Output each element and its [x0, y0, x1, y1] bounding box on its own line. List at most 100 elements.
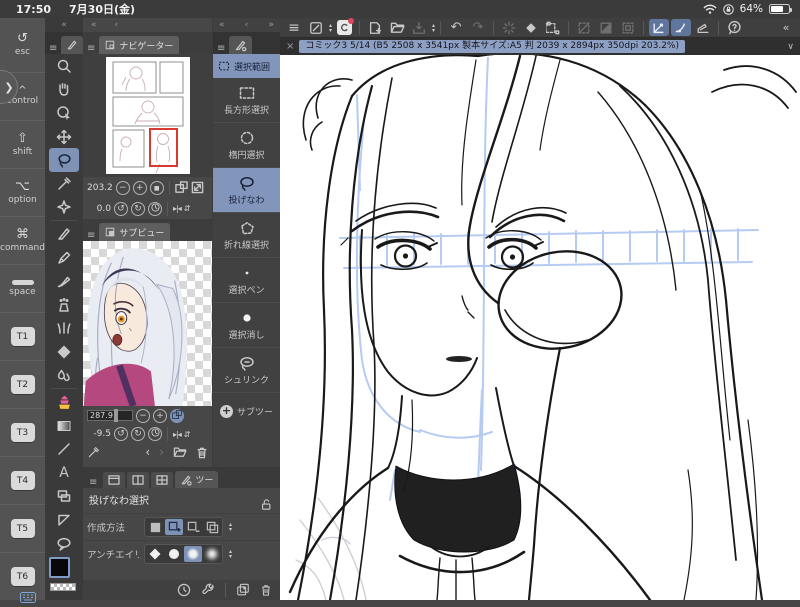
deselect-button[interactable] — [574, 19, 594, 36]
balloon-tool[interactable] — [49, 532, 79, 556]
subview-flip-horizontal-button[interactable]: ▸|◂ — [173, 430, 182, 439]
subtool-erase-selection[interactable]: 選択消し — [213, 303, 280, 348]
blend-tool[interactable] — [49, 364, 79, 388]
redo-button[interactable]: ↷ — [468, 19, 488, 36]
prev-subtool-chevron[interactable]: ‹ — [245, 20, 249, 30]
antialias-middle-button[interactable] — [184, 546, 202, 562]
prev-nav-chevron[interactable]: ‹ — [115, 20, 119, 30]
nav-fullscreen-icon[interactable] — [191, 181, 204, 194]
nav-actual-size-icon[interactable] — [174, 181, 188, 194]
navigator-menu-icon[interactable]: ≡ — [83, 43, 99, 54]
subview-prev-image-button[interactable]: ‹ — [145, 445, 150, 459]
subtool-shrink-selection[interactable]: シュリンク — [213, 348, 280, 393]
nav-flip-vertical-button[interactable]: ⇵ — [184, 204, 191, 213]
antialias-weak-button[interactable] — [165, 546, 183, 562]
toolprop-tab-3[interactable] — [151, 472, 174, 488]
collapse-commandbar-chevron[interactable]: « — [776, 19, 796, 36]
snap-to-special-ruler-button[interactable] — [671, 19, 692, 36]
subview-flip-vertical-button[interactable]: ⇵ — [184, 430, 191, 439]
subview-next-image-button[interactable]: › — [159, 445, 164, 459]
subview-zoom-out-button[interactable]: − — [136, 408, 150, 423]
subtool-ellipse-select[interactable]: 楕円選択 — [213, 123, 280, 168]
correct-line-tool[interactable] — [49, 508, 79, 532]
antialias-stepper[interactable]: ▴ ▾ — [229, 549, 232, 560]
key-shift[interactable]: ⇧ shift — [0, 121, 45, 170]
undo-button[interactable]: ↶ — [446, 19, 466, 36]
move-layer-tool[interactable] — [49, 125, 79, 149]
subtool-group-tab[interactable]: 選択範囲 — [213, 54, 280, 78]
operation-tool[interactable] — [49, 101, 79, 125]
subview-zoom-slider[interactable]: 287.9 — [87, 409, 133, 422]
transform-button[interactable] — [543, 19, 563, 36]
selection-border-button[interactable] — [618, 19, 638, 36]
nav-flip-horizontal-button[interactable]: ▸|◂ — [173, 204, 182, 213]
subtool-selection-pen[interactable]: 選択ペン — [213, 258, 280, 303]
key-esc[interactable]: ↺ esc — [0, 18, 45, 74]
selection-tool[interactable] — [49, 148, 79, 172]
airbrush-tool[interactable] — [49, 293, 79, 317]
nav-zoom-in-button[interactable]: + — [132, 180, 147, 195]
transparent-color-swatch[interactable] — [50, 583, 76, 592]
new-selection-button[interactable] — [146, 519, 164, 535]
save-button[interactable] — [409, 19, 429, 36]
brush-tool[interactable] — [49, 269, 79, 293]
hide-keyboard-icon[interactable] — [20, 588, 36, 607]
nav-fit-button[interactable]: ■ — [149, 180, 164, 195]
subview-rotate-left-button[interactable]: ↺ — [114, 427, 128, 441]
auto-select-tool[interactable] — [49, 196, 79, 220]
toolprop-tab-2[interactable] — [127, 472, 150, 488]
clip-studio-logo[interactable] — [334, 18, 354, 36]
decoration-tool[interactable] — [49, 317, 79, 341]
tabbar-expand-chevron[interactable]: ∨ — [787, 42, 794, 52]
unlock-icon[interactable] — [260, 498, 272, 511]
subview-delete-icon[interactable] — [196, 446, 208, 459]
subtool-menu-icon[interactable]: ≡ — [213, 43, 229, 54]
more-subtool-chevron[interactable]: » — [268, 20, 274, 30]
key-t5[interactable]: T5 — [0, 505, 45, 554]
collapse-nav-chevron[interactable]: « — [91, 20, 97, 30]
tool-tab[interactable] — [61, 36, 84, 54]
main-menu-button[interactable]: ≡ — [284, 19, 304, 36]
tab-navigator[interactable]: ナビゲーター — [99, 36, 180, 54]
antialias-strong-button[interactable] — [203, 546, 221, 562]
wrench-settings-icon[interactable] — [201, 583, 215, 597]
key-space[interactable]: space — [0, 265, 45, 314]
key-t4[interactable]: T4 — [0, 457, 45, 506]
document-title[interactable]: コミック3 5/14 (B5 2508 x 3541px 製本サイズ:A5 判 … — [299, 40, 685, 53]
subview-zoom-in-button[interactable]: + — [153, 408, 167, 423]
nav-reset-rotation-button[interactable] — [148, 201, 162, 216]
eyedropper-tool[interactable] — [49, 172, 79, 196]
subtool-lasso-select[interactable]: 投げなわ — [213, 168, 280, 213]
subview-eyedropper-icon[interactable] — [87, 446, 100, 459]
subtool-polyline-select[interactable]: 折れ線選択 — [213, 213, 280, 258]
nav-rotate-right-button[interactable]: ↻ — [131, 201, 145, 216]
nav-rotate-left-button[interactable]: ↺ — [114, 201, 128, 216]
subview-fit-button[interactable] — [170, 408, 184, 423]
command-stepper[interactable]: ▴ ▾ — [329, 22, 332, 33]
main-color-swatch[interactable] — [49, 557, 70, 579]
fill-tool-button[interactable] — [521, 19, 541, 36]
subview-menu-icon[interactable]: ≡ — [83, 230, 99, 241]
toolprop-menu-icon[interactable]: ≡ — [85, 477, 101, 488]
delete-subtool-icon[interactable] — [260, 583, 272, 597]
snap-to-grid-button[interactable] — [693, 19, 713, 36]
zoom-tool[interactable] — [49, 54, 79, 78]
creation-method-stepper[interactable]: ▴ ▾ — [229, 522, 232, 533]
snap-to-ruler-button[interactable] — [649, 19, 670, 36]
invert-selection-button[interactable] — [596, 19, 616, 36]
antialias-none-button[interactable] — [146, 546, 164, 562]
new-canvas-button[interactable] — [365, 19, 385, 36]
file-stepper[interactable]: ▴ ▾ — [432, 22, 435, 33]
drawing-canvas[interactable] — [280, 55, 800, 600]
pencil-tool[interactable] — [49, 246, 79, 270]
key-command[interactable]: ⌘ command — [0, 217, 45, 266]
intersect-selection-button[interactable] — [203, 519, 221, 535]
subtool-rectangle-select[interactable]: 長方形選択 — [213, 78, 280, 123]
tab-tool-property[interactable]: ツー — [175, 471, 219, 488]
add-subtool-button[interactable]: + サブツー — [219, 405, 273, 418]
tool-menu-icon[interactable]: ≡ — [45, 43, 61, 54]
nav-zoom-out-button[interactable]: − — [115, 180, 130, 195]
key-option[interactable]: ⌥ option — [0, 169, 45, 218]
add-selection-button[interactable] — [165, 519, 183, 535]
key-t3[interactable]: T3 — [0, 409, 45, 458]
